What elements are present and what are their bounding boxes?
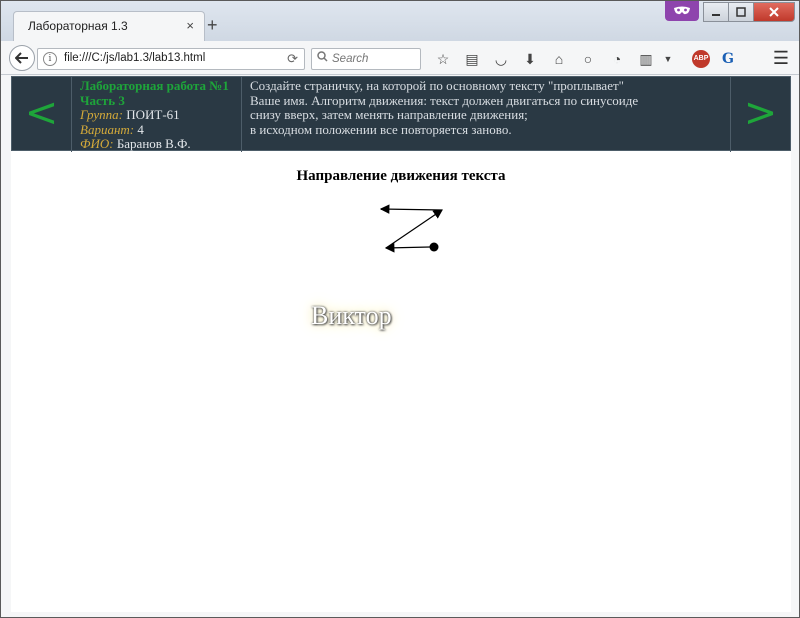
- path-segment-diagonal: [385, 209, 443, 249]
- address-bar[interactable]: i file:///C:/js/lab1.3/lab13.html ⟳: [37, 48, 305, 70]
- page-content: < Лабораторная работа №1 Часть 3 Группа:…: [11, 76, 791, 612]
- dropdown-icon[interactable]: ▼: [663, 49, 673, 69]
- lab-title: Лабораторная работа №1: [80, 78, 229, 93]
- floating-name-text: Виктор: [311, 301, 392, 330]
- trash-extension-icon[interactable]: ▥: [634, 49, 658, 69]
- site-info-icon[interactable]: i: [43, 52, 57, 66]
- toolbar-icons: ☆ ▤ ◡ ⬇ ⌂ ○ ◔ ▥ ▼ ABP G: [431, 49, 745, 69]
- fio-line: ФИО: Баранов В.Ф.: [80, 136, 241, 152]
- extension-icon[interactable]: ◔: [605, 49, 629, 69]
- hamburger-menu-icon[interactable]: ☰: [773, 48, 789, 69]
- back-arrow-icon: [15, 52, 28, 64]
- close-tab-icon[interactable]: ×: [186, 18, 194, 33]
- chat-icon[interactable]: ○: [576, 49, 600, 69]
- tab-active[interactable]: Лабораторная 1.3 ×: [13, 11, 205, 41]
- back-button[interactable]: [9, 45, 35, 71]
- tab-strip: Лабораторная 1.3 × +: [1, 1, 799, 41]
- fio-label: ФИО:: [80, 136, 114, 151]
- window-controls: [703, 2, 795, 24]
- group-value: ПОИТ-61: [126, 107, 180, 122]
- lab-header: < Лабораторная работа №1 Часть 3 Группа:…: [11, 76, 791, 152]
- google-translate-icon[interactable]: G: [716, 49, 740, 69]
- direction-diagram: [379, 204, 443, 253]
- fio-value: Баранов В.Ф.: [116, 136, 191, 151]
- task-line: Создайте страничку, на которой по основн…: [250, 78, 624, 93]
- search-bar: [311, 48, 421, 70]
- variant-label: Вариант:: [80, 121, 135, 137]
- variant-line: Вариант: 4: [80, 121, 241, 138]
- task-description: Создайте страничку, на которой по основн…: [250, 78, 720, 137]
- group-label: Группа:: [80, 107, 123, 122]
- search-input[interactable]: [332, 51, 418, 67]
- lab-info: Лабораторная работа №1 Часть 3 Группа: П…: [72, 77, 242, 152]
- reload-icon[interactable]: ⟳: [287, 51, 298, 67]
- home-icon[interactable]: ⌂: [547, 49, 571, 69]
- search-icon: [317, 51, 328, 65]
- path-segment-top: [379, 204, 443, 214]
- task-line: в исходном положении все повторяется зан…: [250, 121, 512, 137]
- private-browsing-icon: [665, 1, 699, 21]
- new-tab-button[interactable]: +: [207, 16, 218, 34]
- lab-part: Часть 3: [80, 92, 125, 108]
- next-page-link[interactable]: >: [730, 77, 790, 152]
- task-line: снизу вверх, затем менять направление дв…: [250, 107, 528, 122]
- variant-value: 4: [137, 121, 144, 137]
- start-point: [429, 242, 439, 252]
- navigation-toolbar: i file:///C:/js/lab1.3/lab13.html ⟳ ☆ ▤ …: [1, 41, 799, 75]
- direction-heading: Направление движения текста: [296, 168, 506, 184]
- prev-page-link[interactable]: <: [12, 77, 72, 152]
- group-line: Группа: ПОИТ-61: [80, 107, 241, 123]
- reading-list-icon[interactable]: ▤: [460, 49, 484, 69]
- path-segment-bottom: [384, 243, 431, 253]
- download-icon[interactable]: ⬇: [518, 49, 542, 69]
- window-close-button[interactable]: [753, 2, 795, 22]
- pocket-icon[interactable]: ◡: [489, 49, 513, 69]
- adblock-icon[interactable]: ABP: [692, 50, 710, 68]
- browser-window: Лабораторная 1.3 × + i file:///C:/js/lab…: [0, 0, 800, 618]
- task-line: Ваше имя. Алгоритм движения: текст долже…: [250, 92, 639, 108]
- url-text: file:///C:/js/lab1.3/lab13.html: [64, 52, 206, 64]
- bookmark-star-icon[interactable]: ☆: [431, 49, 455, 69]
- tab-title: Лабораторная 1.3: [28, 19, 128, 33]
- maximize-button[interactable]: [728, 2, 754, 22]
- minimize-button[interactable]: [703, 2, 729, 22]
